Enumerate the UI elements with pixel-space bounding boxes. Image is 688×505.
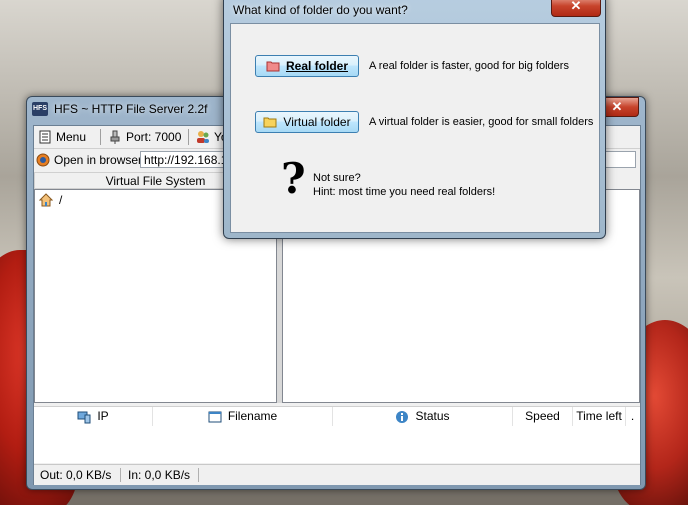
home-icon: [39, 193, 53, 207]
real-folder-label: Real folder: [285, 59, 348, 73]
ip-icon: [77, 411, 91, 423]
column-ip[interactable]: IP: [34, 407, 153, 426]
open-in-browser-label: Open in browser: [54, 153, 143, 167]
real-folder-button[interactable]: Real folder: [255, 55, 359, 77]
connections-list[interactable]: [34, 426, 640, 463]
menu-icon: [39, 130, 51, 144]
users-icon: [197, 131, 209, 143]
column-ip-label: IP: [97, 409, 109, 423]
column-speed[interactable]: Speed: [513, 407, 573, 426]
open-in-browser-button[interactable]: Open in browser: [36, 152, 142, 168]
port-icon: [110, 130, 120, 144]
column-status-label: Status: [415, 409, 450, 423]
status-bar: Out: 0,0 KB/s In: 0,0 KB/s: [34, 464, 640, 485]
menu-label: Menu: [56, 130, 87, 144]
menu-button[interactable]: Menu: [38, 129, 86, 145]
hfs-app-icon: HFS: [32, 102, 48, 116]
column-status[interactable]: Status: [333, 407, 513, 426]
column-filename[interactable]: Filename: [153, 407, 333, 426]
dialog-close-button[interactable]: ✕: [551, 0, 601, 17]
status-icon: [396, 410, 409, 423]
filename-icon: [208, 411, 222, 422]
connections-header: IP Filename Status Speed Time left .: [34, 406, 640, 427]
question-mark-icon: ?: [281, 154, 306, 203]
dialog-title: What kind of folder do you want?: [233, 3, 408, 17]
toolbar-separator: [100, 129, 101, 145]
yellow-folder-icon: [263, 117, 277, 128]
column-extra[interactable]: .: [626, 407, 639, 426]
column-time-left-label: Time left: [576, 409, 622, 423]
vfs-root-label: /: [59, 193, 63, 207]
browser-icon: [36, 153, 50, 167]
real-folder-description: A real folder is faster, good for big fo…: [369, 60, 569, 72]
hint-not-sure: Not sure?: [313, 172, 361, 184]
virtual-folder-description: A virtual folder is easier, good for sma…: [369, 116, 594, 128]
red-folder-icon: [266, 61, 280, 72]
column-extra-label: .: [630, 409, 635, 423]
port-label: Port: 7000: [126, 130, 182, 144]
column-speed-label: Speed: [525, 409, 560, 423]
hint-text: Hint: most time you need real folders!: [313, 186, 496, 198]
toolbar-separator: [188, 129, 189, 145]
vfs-root-item[interactable]: /: [39, 193, 62, 207]
virtual-folder-label: Virtual folder: [283, 115, 351, 129]
column-time-left[interactable]: Time left: [573, 407, 626, 426]
main-window-title: HFS ~ HTTP File Server 2.2f: [54, 102, 208, 116]
folder-type-dialog: What kind of folder do you want? ✕ Real …: [223, 0, 606, 239]
dialog-client-area: Real folder A real folder is faster, goo…: [230, 23, 600, 233]
virtual-folder-button[interactable]: Virtual folder: [255, 111, 359, 133]
port-button[interactable]: Port: 7000: [108, 129, 181, 145]
status-out: Out: 0,0 KB/s: [34, 468, 121, 482]
column-filename-label: Filename: [227, 409, 278, 423]
status-in: In: 0,0 KB/s: [122, 468, 199, 482]
